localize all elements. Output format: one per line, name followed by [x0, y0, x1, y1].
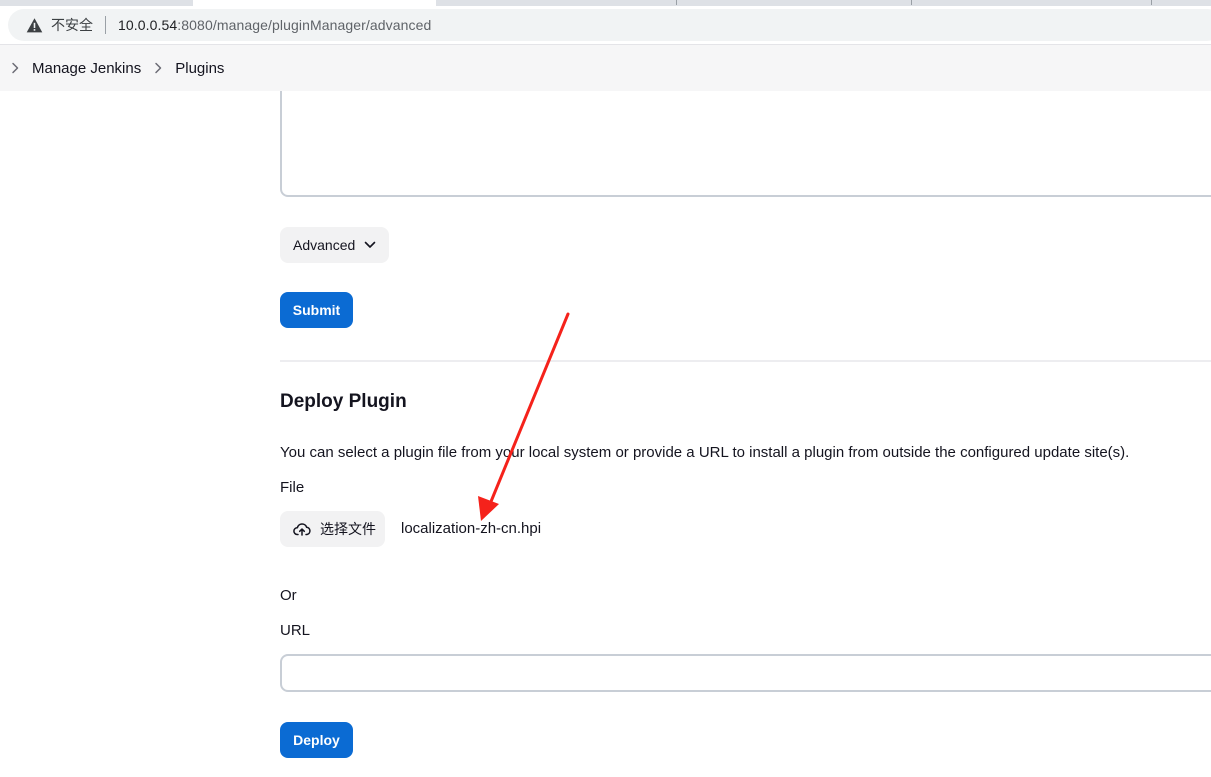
deploy-plugin-description: You can select a plugin file from your l… — [280, 444, 1130, 461]
address-bar-divider — [105, 16, 106, 34]
breadcrumb-manage-jenkins[interactable]: Manage Jenkins — [32, 60, 141, 77]
url-host: 10.0.0.54 — [118, 17, 178, 33]
tab-separator — [1151, 0, 1152, 5]
deploy-plugin-title: Deploy Plugin — [280, 391, 407, 412]
tab-separator — [676, 0, 677, 5]
warning-triangle-icon[interactable] — [26, 17, 43, 34]
tab-separator — [911, 0, 912, 5]
browser-toolbar: 不安全 10.0.0.54:8080/manage/pluginManager/… — [0, 6, 1211, 44]
url-text[interactable]: 10.0.0.54:8080/manage/pluginManager/adva… — [118, 17, 431, 33]
advanced-button-label: Advanced — [293, 237, 356, 253]
deploy-button[interactable]: Deploy — [280, 722, 353, 758]
chevron-right-icon — [155, 62, 162, 74]
url-path: :8080/manage/pluginManager/advanced — [177, 17, 432, 33]
chevron-right-icon — [12, 62, 19, 74]
advanced-button[interactable]: Advanced — [280, 227, 389, 263]
choose-file-button[interactable]: 选择文件 — [280, 511, 385, 547]
main-content: Advanced Submit Deploy Plugin You can se… — [280, 91, 1211, 777]
url-label: URL — [280, 622, 311, 639]
security-status-label[interactable]: 不安全 — [51, 15, 93, 35]
submit-button[interactable]: Submit — [280, 292, 353, 328]
choose-file-label: 选择文件 — [320, 522, 376, 538]
update-site-textarea[interactable] — [280, 91, 1211, 197]
breadcrumb: Manage Jenkins Plugins — [0, 44, 1211, 91]
file-label: File — [280, 479, 305, 496]
cloud-upload-icon — [293, 523, 311, 536]
section-divider — [280, 360, 1211, 362]
or-label: Or — [280, 587, 297, 604]
chevron-down-icon — [364, 241, 376, 248]
plugin-url-input[interactable] — [280, 654, 1211, 692]
breadcrumb-plugins[interactable]: Plugins — [175, 60, 224, 77]
address-bar[interactable]: 不安全 10.0.0.54:8080/manage/pluginManager/… — [8, 9, 1211, 41]
chosen-file-name: localization-zh-cn.hpi — [401, 520, 542, 537]
